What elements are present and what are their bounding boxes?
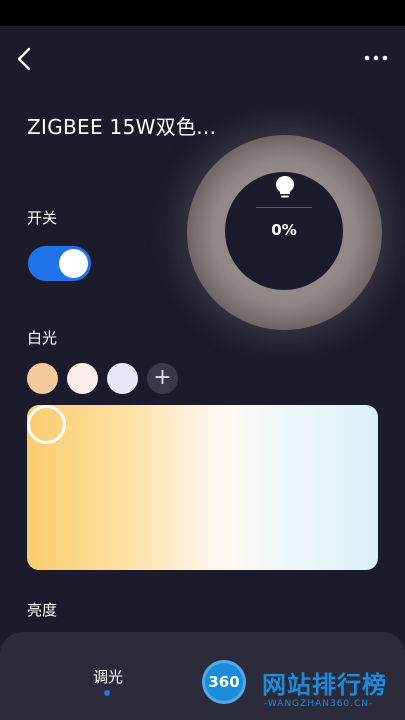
- chevron-left-icon: [17, 47, 31, 71]
- watermark-logo: 360: [202, 660, 246, 704]
- watermark-subtext: -WANGZHAN360.CN-: [264, 699, 374, 709]
- bulb-icon: [274, 174, 296, 200]
- brightness-label: 亮度: [27, 601, 58, 619]
- power-label: 开关: [27, 209, 58, 227]
- preset-swatch-neutral[interactable]: [67, 363, 98, 394]
- more-dots-icon: [364, 55, 388, 61]
- preset-swatch-warm[interactable]: [27, 363, 58, 394]
- toggle-knob: [59, 249, 88, 278]
- palette-picker-handle[interactable]: [27, 405, 66, 444]
- preset-swatch-cool[interactable]: [107, 363, 138, 394]
- plus-icon: +: [153, 365, 172, 390]
- power-toggle[interactable]: [28, 246, 91, 281]
- white-light-label: 白光: [27, 329, 58, 347]
- color-temperature-palette[interactable]: [27, 405, 378, 570]
- status-bar: [0, 0, 405, 26]
- add-preset-button[interactable]: +: [147, 363, 178, 394]
- active-tab-indicator: [104, 690, 110, 696]
- device-title: ZIGBEE 15W双色...: [27, 115, 217, 139]
- status-divider: [256, 207, 312, 208]
- brightness-percent: 0%: [271, 221, 297, 239]
- tab-dimming[interactable]: 调光: [80, 666, 136, 687]
- watermark-text: 网站排行榜: [262, 671, 387, 699]
- more-options-button[interactable]: [360, 48, 392, 68]
- back-button[interactable]: [12, 44, 38, 74]
